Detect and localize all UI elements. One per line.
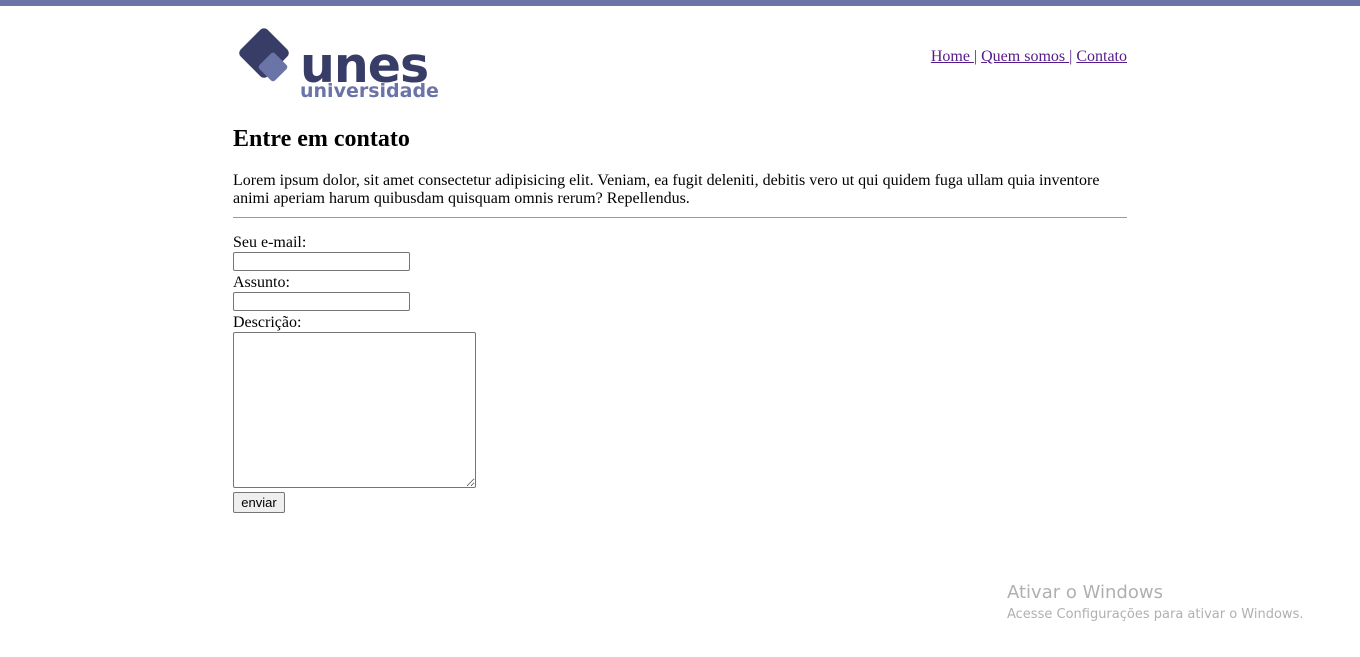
nav-separator: | [973, 48, 978, 65]
logo-diamond-icon [239, 28, 289, 82]
contact-form: Seu e-mail: Assunto: Descrição: enviar [233, 234, 476, 513]
email-label: Seu e-mail: [233, 234, 307, 251]
nav-link-quem-somos[interactable]: Quem somos [981, 48, 1069, 65]
brand-logo[interactable]: unes universidade [233, 26, 453, 102]
description-textarea[interactable] [233, 332, 476, 488]
email-field[interactable] [233, 252, 410, 271]
intro-paragraph: Lorem ipsum dolor, sit amet consectetur … [233, 172, 1100, 207]
subject-label: Assunto: [233, 274, 290, 291]
main-nav: Home | Quem somos | Contato [931, 47, 1127, 67]
watermark-title: Ativar o Windows [1007, 582, 1163, 603]
nav-link-home[interactable]: Home [931, 48, 974, 65]
divider [233, 217, 1127, 218]
page-title: Entre em contato [233, 126, 410, 152]
watermark-subtitle: Acesse Configurações para ativar o Windo… [1007, 607, 1304, 622]
windows-activation-watermark: Ativar o Windows Acesse Configurações pa… [1007, 581, 1303, 624]
brand-subtitle: universidade [300, 80, 439, 102]
page-container: unes universidade Home | Quem somos | Co… [233, 6, 1127, 513]
nav-link-contato[interactable]: Contato [1076, 48, 1127, 65]
subject-field[interactable] [233, 292, 410, 311]
site-header: unes universidade Home | Quem somos | Co… [233, 6, 1127, 106]
nav-separator: | [1069, 48, 1073, 65]
description-label: Descrição: [233, 314, 302, 331]
send-button[interactable]: enviar [233, 492, 285, 513]
